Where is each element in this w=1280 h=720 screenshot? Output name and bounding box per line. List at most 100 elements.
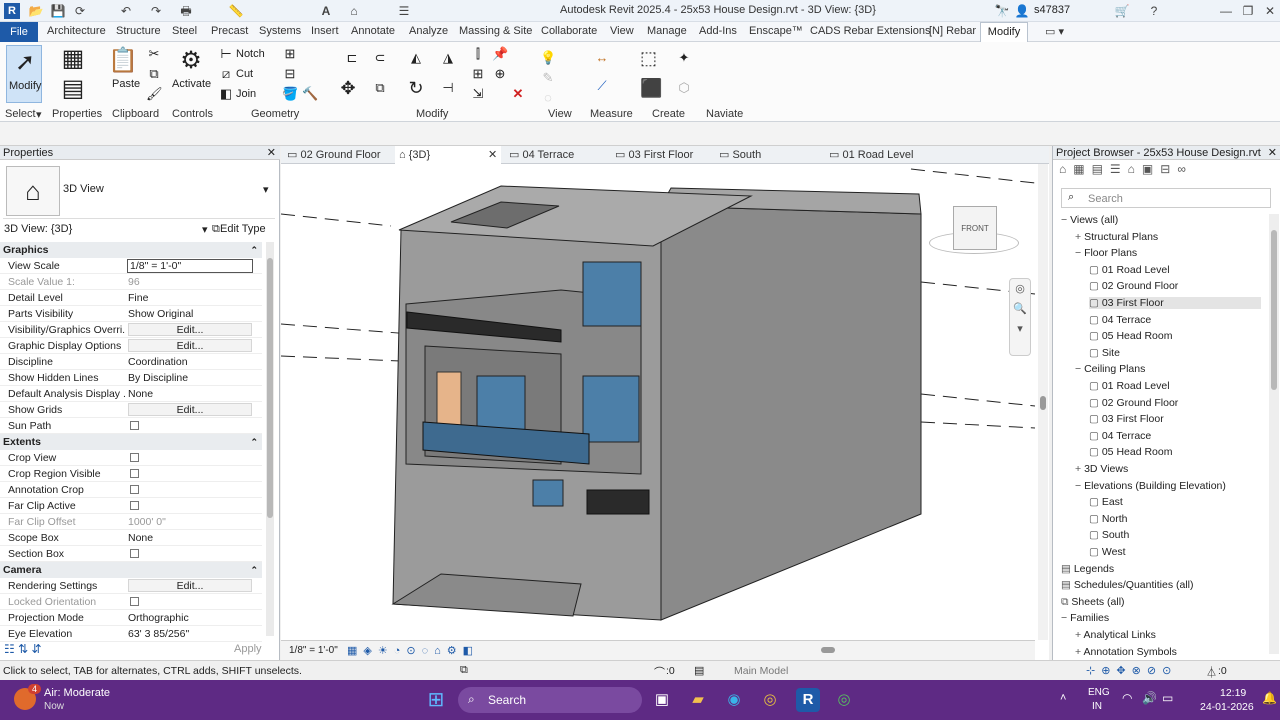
- browser-item[interactable]: − Elevations (Building Elevation): [1075, 480, 1226, 492]
- property-row[interactable]: Show Hidden Lines By Discipline: [0, 370, 262, 386]
- close-tab-icon[interactable]: ✕: [488, 146, 497, 164]
- select-dropdown-icon[interactable]: ▾: [36, 108, 42, 121]
- property-value[interactable]: Fine: [128, 290, 148, 306]
- help-icon[interactable]: ?: [1146, 3, 1162, 19]
- browser-close-icon[interactable]: ✕: [1268, 146, 1277, 160]
- tab-annotate[interactable]: Annotate: [351, 25, 395, 37]
- edit-type-button[interactable]: Edit Type: [220, 223, 266, 235]
- nav-bar-menu-icon[interactable]: ▾: [1010, 319, 1030, 339]
- language-bottom[interactable]: IN: [1092, 701, 1102, 712]
- instance-selector[interactable]: 3D View: {3D} ▾ Edit Type ⧉: [0, 220, 276, 238]
- delete-icon[interactable]: ✕: [510, 86, 526, 102]
- browser-item[interactable]: ▢ Site: [1089, 347, 1120, 359]
- browser-scrollbar[interactable]: [1269, 214, 1279, 654]
- property-row[interactable]: Sun Path: [0, 418, 262, 434]
- user-name[interactable]: s47837: [1034, 4, 1070, 16]
- tab-massing-site[interactable]: Massing & Site: [459, 25, 532, 37]
- scale-icon[interactable]: ⇲: [470, 86, 486, 102]
- save-icon[interactable]: 💾: [50, 3, 66, 19]
- properties-close-icon[interactable]: ✕: [267, 146, 276, 160]
- view-icon[interactable]: ▢: [1089, 314, 1102, 326]
- create-parts-icon[interactable]: ⬛: [640, 79, 662, 97]
- type-selector[interactable]: ⌂ 3D View ▾: [3, 163, 275, 219]
- zoom-icon[interactable]: 🔍: [1010, 299, 1030, 319]
- property-row[interactable]: Far Clip Offset 1000' 0": [0, 514, 262, 530]
- property-value[interactable]: Coordination: [128, 354, 188, 370]
- property-row[interactable]: Projection Mode Orthographic: [0, 610, 262, 626]
- tab-manage[interactable]: Manage: [647, 25, 687, 37]
- view-icon[interactable]: ▢: [1089, 297, 1102, 309]
- tab-modify[interactable]: Modify: [980, 22, 1028, 42]
- pin-icon[interactable]: 📌: [492, 46, 508, 62]
- hide-element-icon[interactable]: ◌: [540, 90, 556, 106]
- browser-item[interactable]: − Floor Plans: [1075, 247, 1137, 259]
- property-row[interactable]: Eye Elevation 63' 3 85/256": [0, 626, 262, 642]
- browser-item[interactable]: ▢ 03 First Floor: [1089, 413, 1164, 425]
- clock-time[interactable]: 12:19: [1220, 687, 1246, 699]
- property-row[interactable]: Crop View: [0, 450, 262, 466]
- editing-requests-icon[interactable]: ⌒: [654, 664, 665, 680]
- properties-scrollbar[interactable]: [266, 242, 274, 636]
- browser-item[interactable]: ▢ West: [1089, 546, 1126, 558]
- view-icon[interactable]: ▢: [1089, 546, 1102, 558]
- property-checkbox[interactable]: [130, 549, 139, 558]
- battery-icon[interactable]: ▭: [1162, 691, 1173, 705]
- notification-icon[interactable]: 🔔: [1262, 691, 1277, 705]
- property-row[interactable]: View Scale 1/8" = 1'-0": [0, 258, 262, 274]
- property-row[interactable]: Section Box: [0, 546, 262, 562]
- property-checkbox[interactable]: [130, 597, 139, 606]
- view-icon[interactable]: ▢: [1089, 413, 1102, 425]
- cart-icon[interactable]: 🛒: [1114, 3, 1130, 19]
- close-icon[interactable]: ✕: [1262, 3, 1278, 19]
- tab-analyze[interactable]: Analyze: [409, 25, 448, 37]
- browser-item[interactable]: − Views (all): [1061, 214, 1118, 226]
- task-view-icon[interactable]: ▣: [650, 688, 674, 712]
- browser-item[interactable]: + Structural Plans: [1075, 231, 1158, 243]
- property-value[interactable]: By Discipline: [128, 370, 188, 386]
- activate-label[interactable]: Activate: [172, 78, 211, 90]
- property-row[interactable]: Rendering Settings Edit...: [0, 578, 262, 594]
- view-icon[interactable]: ▢: [1089, 430, 1102, 442]
- paint-icon[interactable]: 🪣: [282, 86, 298, 102]
- type-properties-icon[interactable]: ▦: [58, 44, 88, 74]
- view-icon[interactable]: ▢: [1089, 397, 1102, 409]
- create-assembly-icon[interactable]: ⬚: [640, 49, 657, 67]
- collapse-icon[interactable]: ⌃: [250, 434, 258, 450]
- join-icon[interactable]: ◧: [218, 86, 234, 102]
- file-explorer-icon[interactable]: ▰: [686, 688, 710, 712]
- expand-toggle-icon[interactable]: +: [1075, 231, 1084, 243]
- mirror-draw-icon[interactable]: ◮: [440, 50, 456, 66]
- unpin-icon[interactable]: ⊕: [492, 66, 508, 82]
- expand-toggle-icon[interactable]: ▤: [1061, 579, 1074, 591]
- ribbon-toggle-icon[interactable]: ▭ ▾: [1045, 25, 1064, 38]
- property-checkbox[interactable]: [130, 421, 139, 430]
- horizontal-scroll-thumb[interactable]: [821, 647, 835, 653]
- paste-label[interactable]: Paste: [112, 78, 140, 90]
- view-icon[interactable]: ▢: [1089, 347, 1102, 359]
- create-group-icon[interactable]: ⬡: [676, 80, 692, 96]
- browser-item[interactable]: − Families: [1061, 612, 1109, 624]
- text-icon[interactable]: A: [318, 3, 334, 19]
- expand-toggle-icon[interactable]: ▤: [1061, 563, 1074, 575]
- chrome-icon[interactable]: ◎: [758, 688, 782, 712]
- notch-icon[interactable]: ⊢: [218, 46, 234, 62]
- split-icon[interactable]: ⫿: [470, 46, 486, 62]
- property-row[interactable]: Annotation Crop: [0, 482, 262, 498]
- edit-button[interactable]: Edit...: [128, 403, 252, 416]
- cut-label[interactable]: Cut: [236, 68, 253, 80]
- binoculars-icon[interactable]: 🔭: [994, 3, 1010, 19]
- properties-icon[interactable]: ▤: [58, 74, 88, 104]
- print-icon[interactable]: 🖶: [178, 3, 194, 19]
- collapse-icon[interactable]: ⌃: [250, 562, 258, 578]
- sync-icon[interactable]: ⟳: [72, 3, 88, 19]
- apply-button[interactable]: Apply: [234, 643, 262, 655]
- start-icon[interactable]: ⊞: [424, 688, 448, 712]
- tray-chevron-icon[interactable]: ˄: [1060, 692, 1066, 704]
- design-options-icon[interactable]: ▤: [694, 664, 704, 677]
- view-icon[interactable]: ▢: [1089, 380, 1102, 392]
- tab-02-ground-floor[interactable]: ▭ 02 Ground Floor: [287, 146, 381, 164]
- property-value[interactable]: Orthographic: [128, 610, 189, 626]
- property-row[interactable]: Show Grids Edit...: [0, 402, 262, 418]
- browser-item[interactable]: ▢ 05 Head Room: [1089, 330, 1172, 342]
- paste-icon[interactable]: 📋: [108, 46, 138, 76]
